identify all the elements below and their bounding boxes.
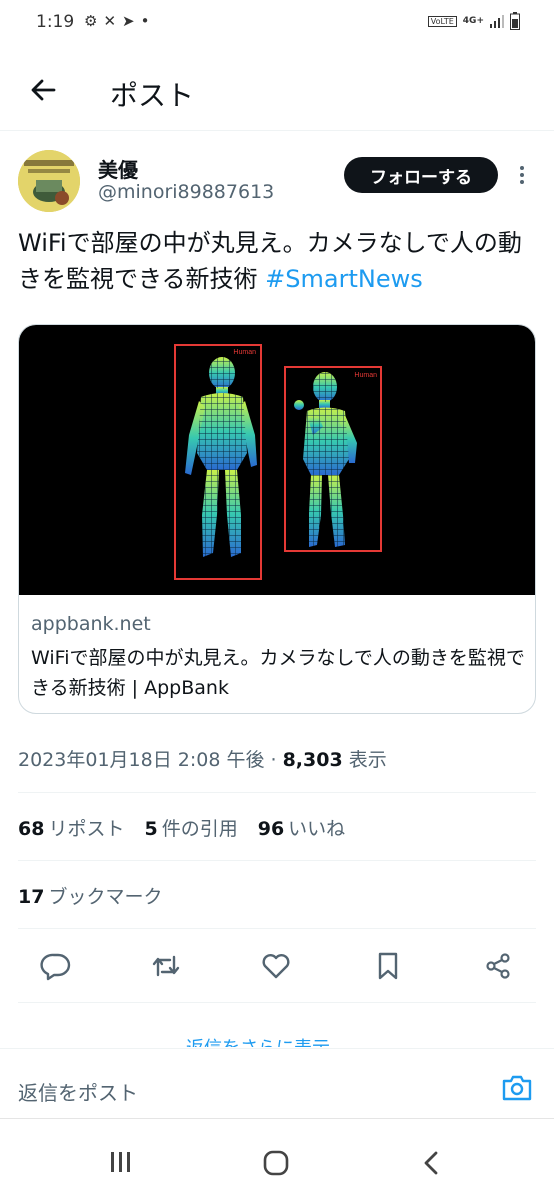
reply-composer[interactable]: 返信をポスト <box>0 1048 554 1119</box>
card-image[interactable]: Human Human <box>19 325 535 595</box>
reposts-stat[interactable]: 68 リポスト <box>18 814 124 841</box>
engagement-stats: 68 リポスト 5 件の引用 96 いいね <box>18 814 345 841</box>
author-handle[interactable]: @minori89887613 <box>98 181 274 203</box>
back-nav-icon[interactable] <box>420 1149 442 1177</box>
battery-icon <box>510 12 520 30</box>
reply-icon[interactable] <box>40 950 72 982</box>
repost-icon[interactable] <box>150 950 182 982</box>
views-count: 8,303 <box>282 749 343 771</box>
telegram-icon: ➤ <box>122 12 135 30</box>
x-icon: ✕ <box>103 12 117 30</box>
network-icon: 4G+ <box>462 16 484 26</box>
likes-stat[interactable]: 96 いいね <box>258 814 345 841</box>
recent-apps-icon[interactable] <box>108 1149 134 1175</box>
system-nav-bar <box>0 1118 554 1201</box>
tweet-datetime[interactable]: 2023年01月18日 2:08 午後 <box>18 749 264 771</box>
hashtag-link[interactable]: #SmartNews <box>265 265 423 293</box>
divider <box>18 792 536 793</box>
show-more-replies-link[interactable]: 返信をさらに表示 <box>186 1036 330 1047</box>
tweet-text: WiFiで部屋の中が丸見え。カメラなしで人の動きを監視できる新技術 #Smart… <box>18 225 528 297</box>
reply-input[interactable]: 返信をポスト <box>18 1077 138 1106</box>
bookmarks-stat[interactable]: 17 ブックマーク <box>18 882 162 909</box>
status-bar: 1:19 ⚙ ✕ ➤ • VoLTE 4G+ <box>0 0 554 44</box>
status-time: 1:19 <box>36 12 75 32</box>
top-bar: ポスト <box>0 52 554 131</box>
author-name[interactable]: 美優 <box>98 154 138 183</box>
action-bar <box>0 944 554 988</box>
follow-button[interactable]: フォローする <box>344 157 498 193</box>
card-domain: appbank.net <box>31 613 151 635</box>
human-figure-1 <box>185 357 257 557</box>
bookmark-icon[interactable] <box>372 950 404 982</box>
views-label: 表示 <box>348 749 387 771</box>
detection-label-2: Human <box>354 372 377 379</box>
quotes-stat[interactable]: 5 件の引用 <box>144 814 237 841</box>
link-card[interactable]: Human Human appbank.net WiFiで部屋の中が丸見え。カメ… <box>18 324 536 714</box>
app-notification-icon: ⚙ <box>84 12 98 30</box>
tweet-meta: 2023年01月18日 2:08 午後 · 8,303 表示 <box>18 749 387 771</box>
like-icon[interactable] <box>260 950 292 982</box>
more-options-icon[interactable] <box>514 164 530 188</box>
human-figure-2 <box>294 372 357 547</box>
dot-icon: • <box>140 12 150 30</box>
divider <box>18 1002 536 1003</box>
share-icon[interactable] <box>482 950 514 982</box>
divider <box>18 928 536 929</box>
divider <box>18 860 536 861</box>
card-title: WiFiで部屋の中が丸見え。カメラなしで人の動きを監視できる新技術 | AppB… <box>31 647 525 699</box>
detection-label-1: Human <box>233 349 256 356</box>
camera-icon[interactable] <box>500 1073 534 1103</box>
status-right-icons: VoLTE 4G+ <box>427 12 520 30</box>
volte-icon: VoLTE <box>427 15 457 27</box>
back-arrow-icon[interactable] <box>24 70 64 110</box>
signal-icon <box>490 15 504 28</box>
page-title: ポスト <box>110 79 195 112</box>
home-icon[interactable] <box>262 1149 290 1177</box>
avatar[interactable] <box>18 150 80 212</box>
status-notification-icons: ⚙ ✕ ➤ • <box>84 12 149 30</box>
